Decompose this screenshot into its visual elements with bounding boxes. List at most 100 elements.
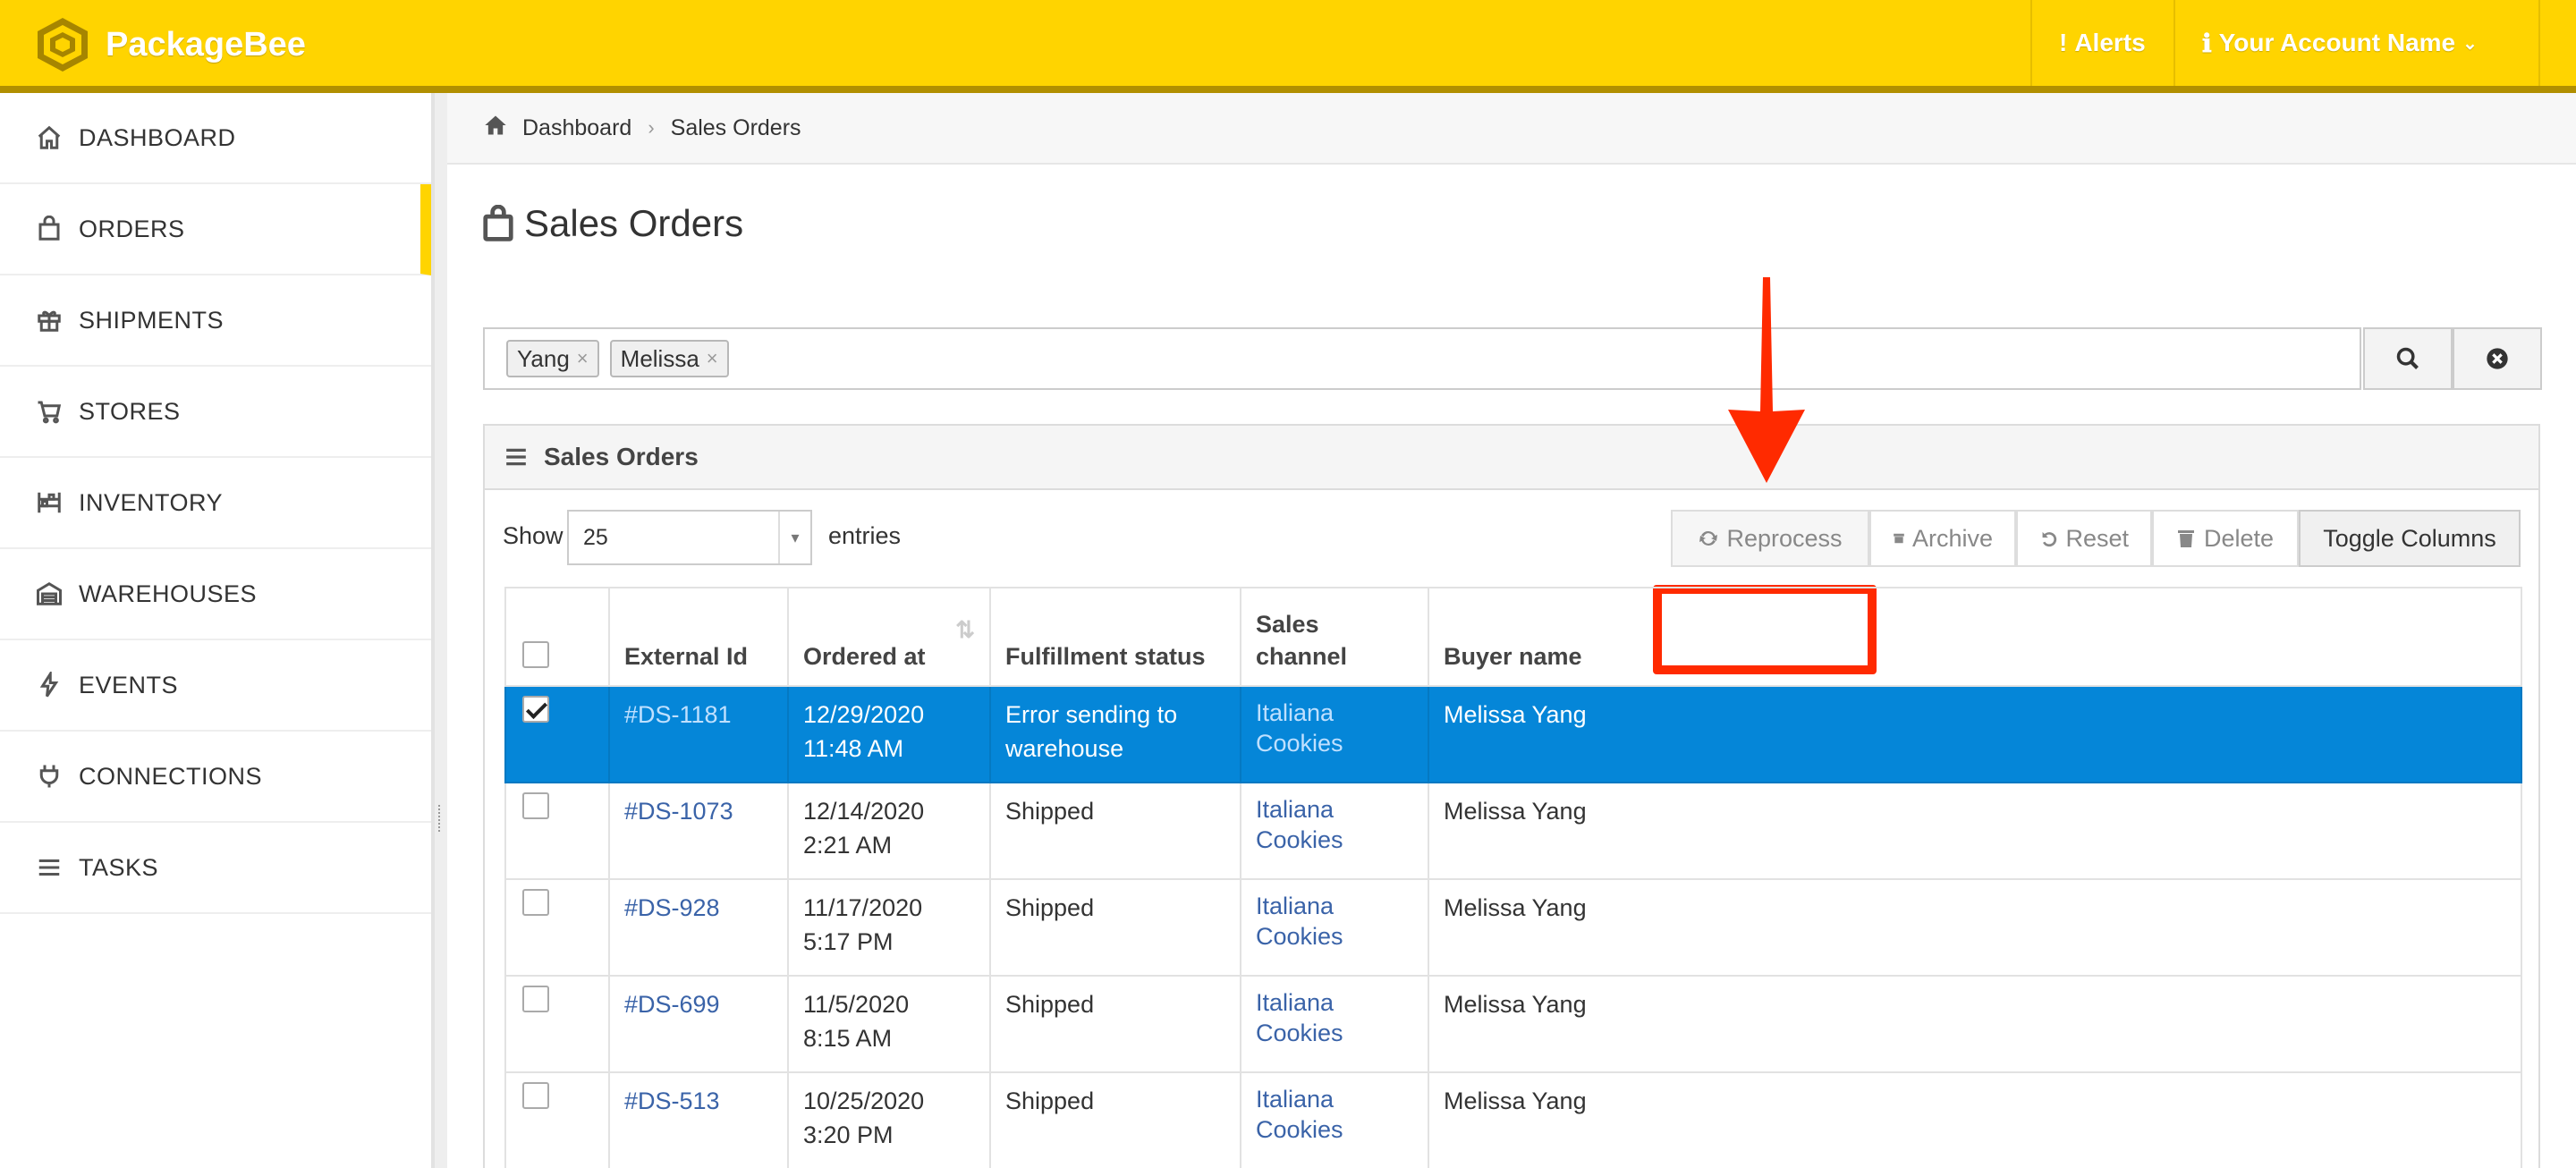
row-checkbox[interactable] [522,889,549,916]
main-content: Dashboard › Sales Orders Sales Orders Ya… [447,93,2576,1168]
trash-icon [2178,530,2194,547]
table-row[interactable]: #DS-928 11/17/2020 5:17 PM Shipped Italia… [504,878,2522,977]
sales-channel-link[interactable]: Italiana Cookies [1240,878,1429,977]
brand-logo[interactable]: PackageBee [34,16,306,73]
column-header-sales-channel[interactable]: Sales channel [1240,587,1429,687]
external-id-link[interactable]: #DS-1073 [608,782,789,880]
shopping-bag-icon [36,216,63,242]
buyer-name-cell: Melissa Yang [1428,975,2522,1073]
row-checkbox[interactable] [522,792,549,819]
reset-button[interactable]: Reset [2016,510,2152,567]
search-icon [2396,347,2419,369]
row-select-cell [504,878,610,977]
row-checkbox[interactable] [522,986,549,1012]
search-tag[interactable]: Yang × [506,340,599,377]
toggle-columns-button[interactable]: Toggle Columns [2299,510,2521,567]
column-header-buyer-name[interactable]: Buyer name [1428,587,2522,687]
sidebar-item-label: INVENTORY [79,488,224,516]
annotation-arrow-icon [1728,277,1805,483]
sidebar-item-inventory[interactable]: INVENTORY [0,458,431,549]
select-all-header [504,587,610,687]
row-checkbox[interactable] [522,696,549,723]
sales-channel-link[interactable]: Italiana Cookies [1240,685,1429,783]
action-buttons: Reprocess Archive Reset Delete Toggle Co… [1671,510,2521,567]
shelves-icon [36,489,63,516]
reprocess-label: Reprocess [1726,524,1843,552]
shopping-bag-icon [483,205,513,241]
page-title-text: Sales Orders [524,202,744,244]
table-row[interactable]: #DS-1073 12/14/2020 2:21 AM Shipped Itali… [504,782,2522,880]
sales-channel-link[interactable]: Italiana Cookies [1240,975,1429,1073]
table-row[interactable]: #DS-513 10/25/2020 3:20 PM Shipped Italia… [504,1071,2522,1168]
grip-dots-icon [438,805,444,832]
order-date: 12/14/2020 [803,798,925,825]
search-tag-input[interactable]: Yang × Melissa × [483,327,2361,390]
sidebar-item-orders[interactable]: ORDERS [0,184,431,275]
plug-icon [36,763,63,790]
row-checkbox[interactable] [522,1082,549,1109]
external-id-link[interactable]: #DS-513 [608,1071,789,1168]
home-icon [36,124,63,151]
remove-tag-icon[interactable]: × [707,347,718,370]
clear-search-button[interactable] [2453,327,2542,390]
sidebar-item-shipments[interactable]: SHIPMENTS [0,275,431,367]
fulfillment-status-cell: Shipped [989,878,1241,977]
column-header-external-id[interactable]: External Id [608,587,789,687]
show-label: Show [503,522,564,549]
external-id-link[interactable]: #DS-699 [608,975,789,1073]
caret-down-icon: ▾ [778,512,810,563]
alerts-menu[interactable]: ! Alerts [2030,0,2174,86]
breadcrumb: Dashboard › Sales Orders [447,93,2576,165]
search-button[interactable] [2363,327,2453,390]
reprocess-button[interactable]: Reprocess [1671,510,1869,567]
orders-table: External Id Ordered at ⇅ Fulfillment stat… [504,587,2522,1168]
external-id-link[interactable]: #DS-928 [608,878,789,977]
sidebar-item-events[interactable]: EVENTS [0,640,431,732]
sidebar-item-label: DASHBOARD [79,123,236,151]
order-time: 5:17 PM [803,928,894,955]
remove-tag-icon[interactable]: × [577,347,589,370]
warehouse-icon [36,580,63,607]
sidebar-item-connections[interactable]: CONNECTIONS [0,732,431,823]
sidebar-item-stores[interactable]: STORES [0,367,431,458]
sidebar-item-label: ORDERS [79,215,185,242]
order-date: 10/25/2020 [803,1088,925,1114]
page-length-select[interactable]: 25 ▾ [567,510,812,565]
list-icon [36,854,63,881]
sidebar-item-label: CONNECTIONS [79,762,263,790]
breadcrumb-dashboard-link[interactable]: Dashboard [522,115,631,141]
sidebar-item-tasks[interactable]: TASKS [0,823,431,914]
exclamation-icon: ! [2059,29,2068,56]
sidebar-item-label: SHIPMENTS [79,306,225,334]
archive-icon [1894,533,1904,544]
select-all-checkbox[interactable] [522,641,549,668]
order-time: 3:20 PM [803,1121,894,1148]
column-header-fulfillment-status[interactable]: Fulfillment status [989,587,1241,687]
ordered-at-cell: 11/17/2020 5:17 PM [787,878,991,977]
ordered-at-cell: 12/14/2020 2:21 AM [787,782,991,880]
sidebar-item-label: EVENTS [79,671,179,698]
archive-button[interactable]: Archive [1869,510,2016,567]
ordered-at-cell: 12/29/2020 11:48 AM [787,685,991,783]
table-row[interactable]: #DS-699 11/5/2020 8:15 AM Shipped Italian… [504,975,2522,1073]
row-select-cell [504,782,610,880]
delete-button[interactable]: Delete [2152,510,2299,567]
reset-label: Reset [2065,524,2129,552]
sidebar-item-warehouses[interactable]: WAREHOUSES [0,549,431,640]
search-tag[interactable]: Melissa × [609,340,729,377]
order-time: 2:21 AM [803,832,893,859]
toggle-columns-label: Toggle Columns [2323,524,2496,552]
sales-channel-link[interactable]: Italiana Cookies [1240,782,1429,880]
sidebar-resize-handle[interactable] [435,93,447,1168]
account-menu[interactable]: ℹ Your Account Name ⌄ [2174,0,2540,86]
table-row[interactable]: #DS-1181 12/29/2020 11:48 AM Error sendin… [504,685,2522,783]
cart-icon [36,398,63,425]
fulfillment-status-cell: Shipped [989,1071,1241,1168]
sidebar-item-dashboard[interactable]: DASHBOARD [0,93,431,184]
external-id-link[interactable]: #DS-1181 [608,685,789,783]
sidebar-item-label: TASKS [79,853,159,881]
sales-channel-link[interactable]: Italiana Cookies [1240,1071,1429,1168]
menu-icon [506,448,526,466]
sort-icon[interactable]: ⇅ [955,614,975,646]
column-header-ordered-at[interactable]: Ordered at ⇅ [787,587,991,687]
